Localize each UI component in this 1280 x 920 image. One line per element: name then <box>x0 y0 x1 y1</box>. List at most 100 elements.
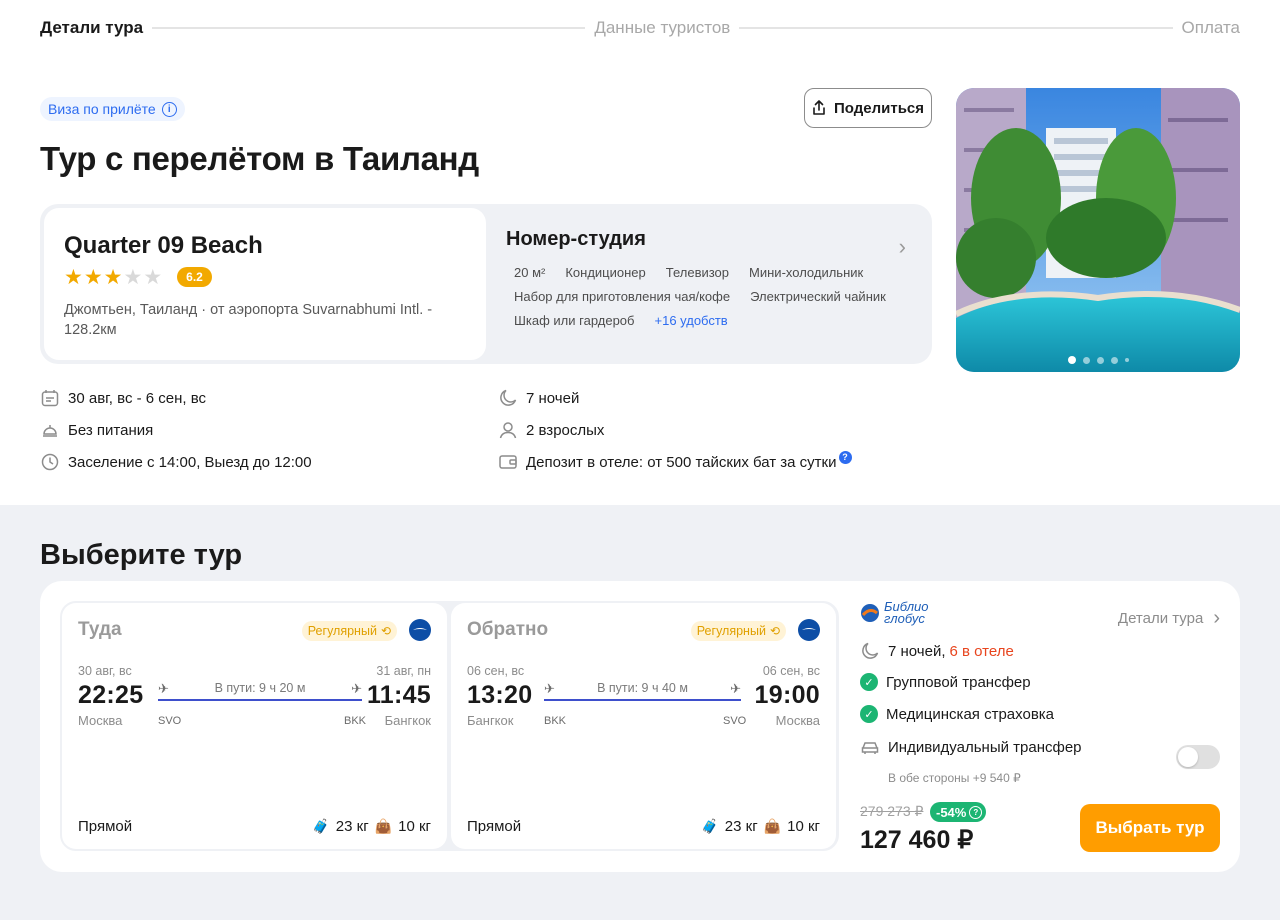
gallery-dot[interactable] <box>1110 356 1118 364</box>
flight-direction: Обратно <box>467 619 549 640</box>
operator-logo: Библио глобус <box>860 600 929 626</box>
badge-label: Регулярный <box>696 624 766 638</box>
departure-date: 30 авг, вс <box>78 664 132 678</box>
departure-time: 22:25 <box>78 681 144 709</box>
info-icon[interactable]: i <box>161 101 177 117</box>
checkin-text: Заселение с 14:00, Выезд до 12:00 <box>68 453 312 471</box>
arrival-date: 31 авг, пн <box>376 664 431 678</box>
arrival-airport-code: SVO <box>723 715 747 727</box>
flight-type: Прямой <box>78 818 133 835</box>
departure-date: 06 сен, вс <box>467 664 525 678</box>
regular-flight-badge: Регулярный ⟲ <box>301 621 397 641</box>
amenities-list: 20 м² Кондиционер Телевизор Мини-холодил… <box>506 265 906 329</box>
baggage-info: 🧳 23 кг 👜 10 кг <box>312 818 431 835</box>
choose-tour-button[interactable]: Выбрать тур <box>1080 804 1220 852</box>
departure-airport-code: BKK <box>544 715 567 727</box>
insurance-row: ✓ Медицинская страховка <box>860 705 1054 723</box>
handbag-icon: 👜 <box>763 818 782 834</box>
dates-text: 30 авг, вс - 6 сен, вс <box>68 389 207 407</box>
step-tourists-data: Данные туристов <box>594 18 731 37</box>
user-icon <box>498 420 518 440</box>
nights-text: 7 ночей <box>526 389 580 407</box>
hotel-card[interactable]: Quarter 09 Beach ★ ★ ★ ★ ★ 6.2 Джомтьен,… <box>44 208 486 360</box>
individual-transfer-row: Индивидуальный трансфер <box>860 737 1082 757</box>
star-icon: ★ <box>83 265 103 289</box>
baggage-weight: 23 кг <box>335 818 369 835</box>
gallery-dots <box>956 356 1240 364</box>
landing-icon: ✈ <box>730 681 741 696</box>
amenity-item: Кондиционер <box>565 265 646 280</box>
flight-return[interactable]: Обратно Регулярный ⟲ 06 сен, вс 13:20 Ба… <box>451 603 836 849</box>
hotel-rating-row: ★ ★ ★ ★ ★ 6.2 <box>64 266 466 288</box>
wallet-icon <box>498 452 518 472</box>
old-price: 279 273 ₽ <box>860 803 924 819</box>
share-icon <box>813 100 825 115</box>
discount-value: -54% <box>936 804 967 820</box>
departure-airport-code: SVO <box>158 715 182 727</box>
amenity-item: Телевизор <box>665 265 730 280</box>
guests-text: 2 взрослых <box>526 421 605 439</box>
biblio-globus-logo-icon <box>861 604 879 622</box>
gallery-dot[interactable] <box>1124 358 1129 362</box>
operator-name-line2: глобус <box>884 611 925 626</box>
flight-route: ✈ В пути: 9 ч 40 м ✈ <box>544 681 741 711</box>
star-icon: ★ <box>143 265 163 289</box>
baggage-weight: 23 кг <box>724 818 758 835</box>
individual-transfer-price: В обе стороны +9 540 ₽ <box>888 771 1021 785</box>
tour-details-link[interactable]: Детали тура › <box>1118 607 1220 630</box>
flight-direction: Туда <box>78 619 122 640</box>
flight-outbound[interactable]: Туда Регулярный ⟲ 30 авг, вс 22:25 Москв… <box>62 603 447 849</box>
fact-meal: Без питания <box>40 418 153 442</box>
flight-duration: В пути: 9 ч 20 м <box>214 681 306 695</box>
departure-time: 13:20 <box>467 681 533 709</box>
cloche-icon <box>40 420 60 440</box>
arrival-time: 11:45 <box>366 681 431 709</box>
tour-summary: Библио глобус Детали тура › 7 ночей, 6 в… <box>860 599 1220 859</box>
hotel-photo-gallery[interactable] <box>956 88 1240 372</box>
room-info[interactable]: Номер-студия › 20 м² Кондиционер Телевиз… <box>506 204 932 364</box>
deposit-help-icon[interactable]: ? <box>838 450 852 464</box>
chevron-right-icon[interactable]: › <box>899 234 906 260</box>
operator-name: Библио глобус <box>884 600 929 626</box>
arrival-date: 06 сен, вс <box>762 664 820 678</box>
calendar-icon <box>40 388 60 408</box>
gallery-dot[interactable] <box>1096 356 1104 364</box>
suitcase-icon: 🧳 <box>701 818 719 834</box>
hotel-room-block: Quarter 09 Beach ★ ★ ★ ★ ★ 6.2 Джомтьен,… <box>40 204 932 364</box>
hand-luggage-weight: 10 кг <box>398 818 431 835</box>
hotel-name: Quarter 09 Beach <box>64 232 263 259</box>
step-payment: Оплата <box>1181 18 1241 37</box>
gallery-dot[interactable] <box>1082 356 1090 364</box>
tour-offer-card: Туда Регулярный ⟲ 30 авг, вс 22:25 Москв… <box>40 581 1240 872</box>
gallery-dot[interactable] <box>1067 356 1076 364</box>
regular-flight-badge: Регулярный ⟲ <box>690 621 786 641</box>
route-line <box>158 699 362 701</box>
toggle-knob <box>1178 747 1198 767</box>
hotel-photo <box>956 88 1240 372</box>
fact-dates: 30 авг, вс - 6 сен, вс <box>40 386 206 410</box>
arrival-time: 19:00 <box>754 681 820 709</box>
visa-label: Виза по прилёте <box>48 101 156 117</box>
car-icon <box>860 737 880 757</box>
check-circle-icon: ✓ <box>860 705 878 723</box>
amenity-item: Шкаф или гардероб <box>514 313 635 328</box>
more-amenities-link[interactable]: +16 удобств <box>655 313 728 329</box>
hotel-location: Джомтьен, Таиланд · от аэропорта Suvarna… <box>64 302 433 338</box>
clock-icon <box>40 452 60 472</box>
landing-icon: ✈ <box>351 681 362 696</box>
progress-stepper: Детали тура Данные туристов Оплата <box>40 16 1240 40</box>
flight-duration: В пути: 9 ч 40 м <box>597 681 688 695</box>
share-button[interactable]: Поделиться <box>804 88 932 128</box>
route-line <box>544 699 741 701</box>
arrival-city: Бангкок <box>384 713 431 728</box>
visa-on-arrival-chip[interactable]: Виза по прилёте i <box>40 97 185 121</box>
fact-deposit: Депозит в отеле: от 500 тайских бат за с… <box>498 450 852 474</box>
amenity-item: Электрический чайник <box>750 289 886 304</box>
badge-label: Регулярный <box>307 624 377 638</box>
choose-tour-section: Выберите тур Туда Регулярный ⟲ 30 авг, в… <box>0 505 1280 920</box>
arrival-city: Москва <box>775 713 820 728</box>
amenity-item: 20 м² <box>514 265 546 280</box>
aeroflot-logo-icon <box>798 619 820 641</box>
individual-transfer-toggle[interactable] <box>1176 745 1220 769</box>
question-icon[interactable]: ? <box>969 805 983 819</box>
